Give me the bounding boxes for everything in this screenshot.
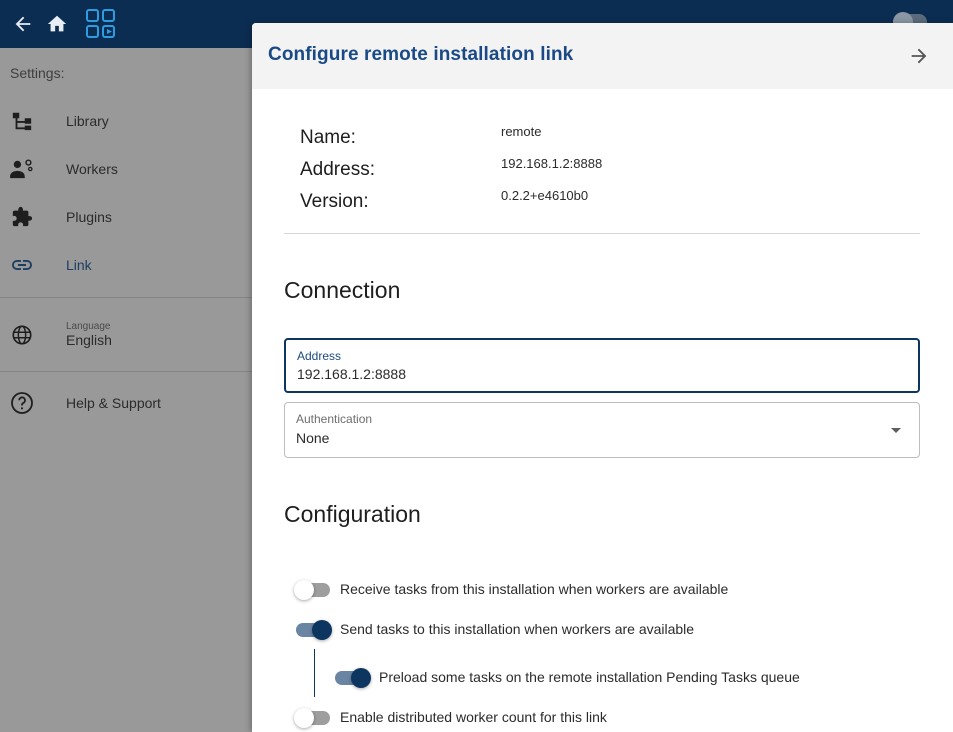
address-field-value[interactable]: 192.168.1.2:8888: [297, 366, 406, 382]
address-field-caption: Address: [297, 349, 342, 363]
configuration-section-title: Configuration: [284, 501, 421, 527]
dialog-header: Configure remote installation link: [252, 23, 953, 89]
sidebar-item-language[interactable]: [0, 311, 252, 359]
address-field[interactable]: Address 192.168.1.2:8888: [284, 338, 920, 393]
link-icon: [10, 253, 34, 277]
receive-tasks-label: Receive tasks from this installation whe…: [340, 581, 729, 597]
app-logo-icon[interactable]: [84, 0, 118, 48]
workers-icon: [10, 157, 34, 181]
address-label: Address:: [300, 159, 375, 180]
sidebar-item-label: Library: [66, 113, 109, 129]
drawer-divider: [0, 371, 252, 372]
sidebar-item-label: Link: [66, 257, 92, 273]
settings-header: Settings:: [10, 65, 65, 81]
globe-icon: [10, 323, 34, 347]
settings-drawer: Settings: Library Workers Plugins Link L…: [0, 48, 252, 732]
language-value[interactable]: English: [66, 332, 112, 348]
distributed-worker-count-toggle[interactable]: [294, 708, 330, 728]
sidebar-item-help[interactable]: Help & Support: [0, 379, 252, 427]
arrow-right-icon[interactable]: [908, 45, 932, 69]
help-circle-icon: [10, 391, 34, 415]
connection-section-title: Connection: [284, 277, 401, 303]
receive-tasks-toggle[interactable]: [294, 580, 330, 600]
puzzle-icon: [10, 205, 34, 229]
info-divider: [284, 233, 920, 234]
preload-tasks-label: Preload some tasks on the remote install…: [379, 669, 800, 685]
distributed-worker-count-label: Enable distributed worker count for this…: [340, 709, 607, 725]
language-caption: Language: [66, 321, 111, 332]
authentication-caption: Authentication: [296, 412, 373, 426]
arrow-left-icon[interactable]: [10, 0, 36, 48]
chevron-down-icon[interactable]: [891, 428, 901, 433]
sidebar-item-plugins[interactable]: Plugins: [0, 193, 252, 241]
library-tree-icon: [10, 109, 34, 133]
authentication-select[interactable]: Authentication None: [284, 402, 920, 458]
name-value: remote: [501, 124, 542, 139]
address-value: 192.168.1.2:8888: [501, 156, 603, 171]
send-tasks-toggle[interactable]: [296, 620, 332, 640]
preload-tasks-toggle[interactable]: [335, 668, 371, 688]
name-label: Name:: [300, 127, 356, 148]
send-tasks-label: Send tasks to this installation when wor…: [340, 621, 695, 637]
sidebar-item-workers[interactable]: Workers: [0, 145, 252, 193]
authentication-value: None: [296, 430, 330, 446]
drawer-divider: [0, 297, 252, 298]
home-icon[interactable]: [44, 0, 70, 48]
nested-option-line: [314, 649, 315, 697]
sidebar-item-label: Workers: [66, 161, 118, 177]
version-label: Version:: [300, 191, 369, 212]
sidebar-item-label: Plugins: [66, 209, 112, 225]
sidebar-item-library[interactable]: Library: [0, 97, 252, 145]
version-value: 0.2.2+e4610b0: [501, 188, 589, 203]
dialog-title: Configure remote installation link: [268, 44, 574, 65]
sidebar-item-link[interactable]: Link: [0, 241, 252, 289]
configure-link-dialog: Configure remote installation link Name:…: [252, 23, 953, 732]
sidebar-item-label: Help & Support: [66, 395, 161, 411]
